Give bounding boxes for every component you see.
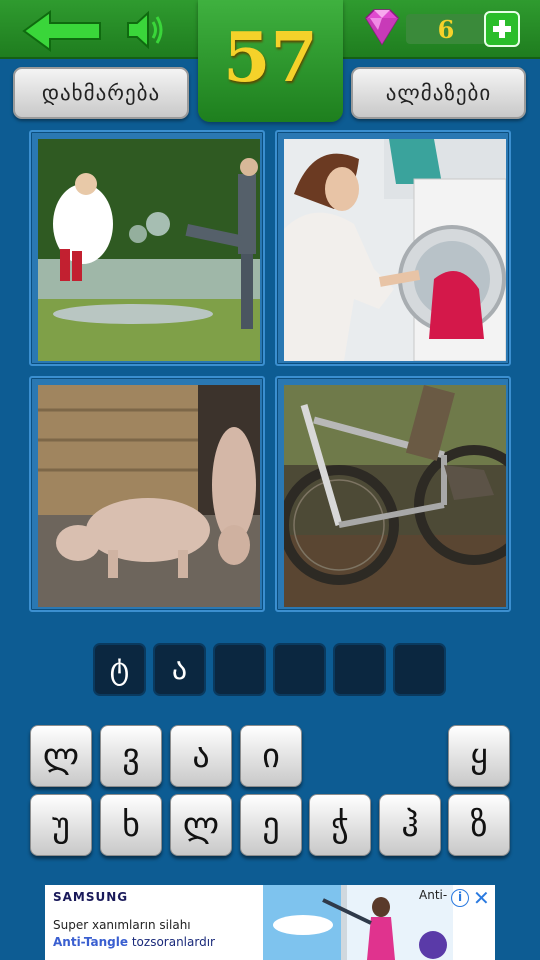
ad-close-icon[interactable]: ✕: [473, 886, 490, 910]
letter-key[interactable]: ჭ: [309, 794, 371, 856]
ad-subline-rest: tozsoranlardır: [128, 935, 215, 949]
ad-brand: SAMSUNG: [53, 890, 129, 904]
gem-count: 6: [437, 14, 455, 44]
bride-jumping-in-puddle-image: [38, 139, 260, 361]
pigs-in-mud-image: [38, 385, 260, 607]
letter-key[interactable]: ლ: [30, 725, 92, 787]
letter-key[interactable]: უ: [30, 794, 92, 856]
ad-headline: Super xanımların silahı: [53, 918, 191, 932]
level-indicator: 57: [198, 0, 343, 122]
letter-key[interactable]: ჰ: [379, 794, 441, 856]
answer-slot-2[interactable]: ა: [153, 643, 206, 696]
gem-panel: 6: [358, 8, 523, 50]
help-button[interactable]: დახმარება: [13, 67, 189, 119]
answer-slot-1[interactable]: ტ: [93, 643, 146, 696]
ad-highlight: Anti-Tangle: [53, 935, 129, 949]
gem-count-box: 6: [406, 14, 486, 44]
answer-slot-3[interactable]: [213, 643, 266, 696]
picture-tile-1[interactable]: [29, 130, 265, 366]
letter-key[interactable]: ი: [240, 725, 302, 787]
letter-key[interactable]: ყ: [448, 725, 510, 787]
ad-info-icon[interactable]: i: [451, 889, 469, 907]
diamonds-button[interactable]: ალმაზები: [351, 67, 526, 119]
letter-key[interactable]: ვ: [100, 725, 162, 787]
letter-key[interactable]: ე: [240, 794, 302, 856]
picture-tile-2[interactable]: [275, 130, 511, 366]
answer-slot-4[interactable]: [273, 643, 326, 696]
letter-key[interactable]: ზ: [448, 794, 510, 856]
level-number: 57: [223, 18, 318, 98]
ad-banner[interactable]: SAMSUNG Super xanımların silahı Anti-Tan…: [45, 885, 495, 960]
ad-corner-label: Anti-: [419, 888, 448, 902]
letter-key[interactable]: ლ: [170, 794, 232, 856]
ad-subline: Anti-Tangle tozsoranlardır: [53, 935, 215, 949]
answer-slot-6[interactable]: [393, 643, 446, 696]
muddy-mountain-bike-image: [284, 385, 506, 607]
letter-key[interactable]: ა: [170, 725, 232, 787]
speaker-icon[interactable]: [124, 8, 170, 52]
answer-slot-5[interactable]: [333, 643, 386, 696]
back-arrow-icon[interactable]: [22, 10, 102, 52]
gem-icon: [365, 9, 399, 46]
woman-loading-washing-machine-image: [284, 139, 506, 361]
picture-tile-4[interactable]: [275, 376, 511, 612]
picture-tile-3[interactable]: [29, 376, 265, 612]
letter-key[interactable]: ხ: [100, 794, 162, 856]
plus-icon[interactable]: [484, 11, 520, 47]
